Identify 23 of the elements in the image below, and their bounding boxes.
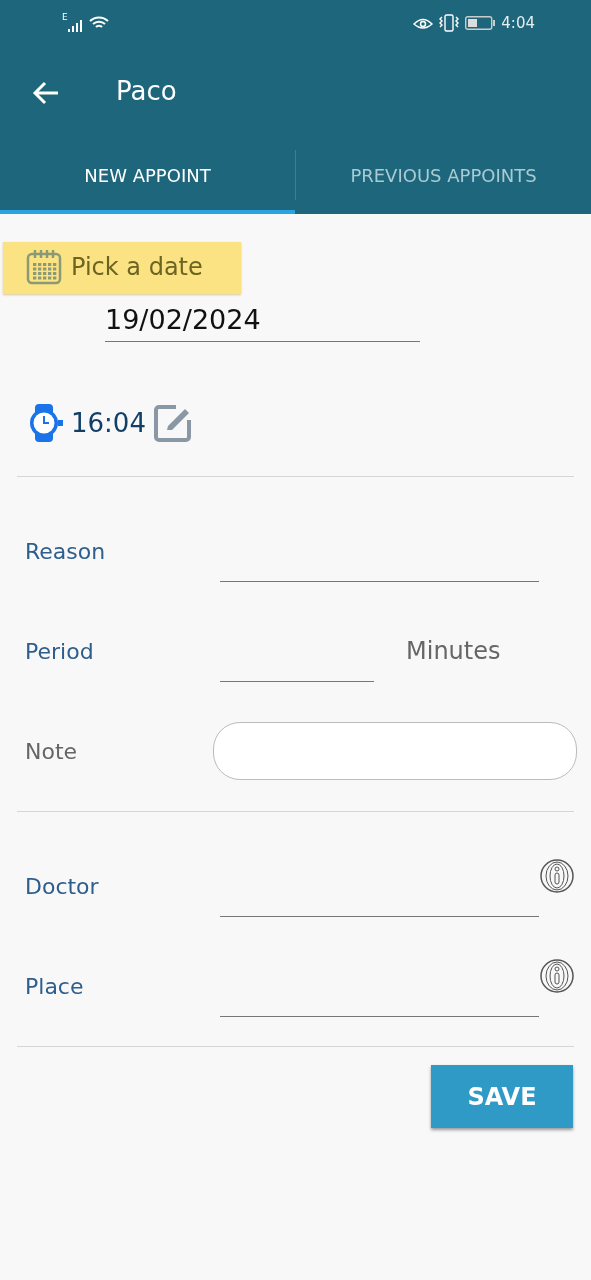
field-label: Doctor — [25, 873, 100, 899]
pick-date-button[interactable]: Pick a date — [3, 242, 241, 294]
date-field[interactable]: 19/02/2024 — [105, 300, 420, 342]
calendar-icon — [25, 248, 63, 286]
tab[interactable]: PREVIOUS APPOINTS — [296, 140, 591, 214]
save-button[interactable]: SAVE — [431, 1065, 573, 1128]
time-value: 16:04 — [71, 408, 146, 438]
info-icon[interactable] — [539, 858, 575, 894]
info-icon[interactable] — [539, 958, 575, 994]
status-time: 4:04 — [501, 13, 535, 32]
tab[interactable]: NEW APPOINT — [0, 140, 295, 214]
vibrate-icon — [439, 13, 460, 32]
edit-icon[interactable] — [151, 402, 194, 444]
input-field[interactable] — [213, 722, 577, 780]
signal-icon — [67, 18, 84, 33]
field-label: Reason — [25, 538, 107, 564]
battery-icon — [465, 15, 496, 30]
field-label: Place — [25, 973, 85, 999]
field-label: Period — [25, 638, 95, 664]
unit-label: Minutes — [406, 637, 501, 665]
screen-title: Paco — [116, 75, 177, 106]
field-label: Note — [25, 738, 79, 764]
network-type: E — [62, 12, 68, 22]
